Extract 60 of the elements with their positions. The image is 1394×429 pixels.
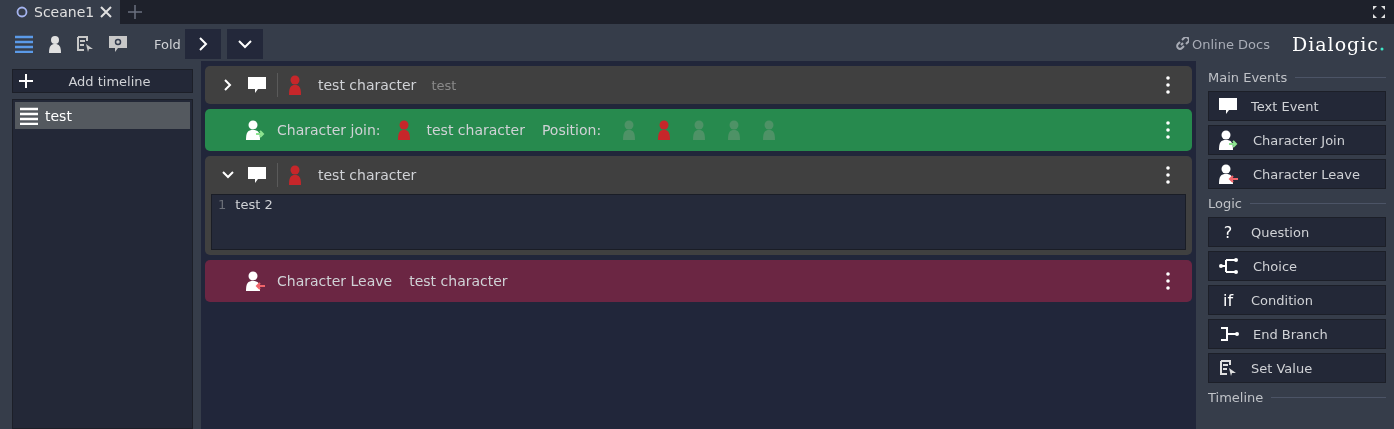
editor-text: test 2 — [235, 197, 273, 212]
person-join-icon — [1219, 130, 1239, 150]
person-icon[interactable] — [48, 35, 62, 53]
fold-button[interactable] — [184, 29, 221, 59]
event-card[interactable]: test character 1 test 2 — [205, 156, 1192, 255]
event-button[interactable]: Choice — [1208, 251, 1386, 281]
speech-bubble-icon[interactable] — [108, 35, 128, 53]
list-cursor-icon[interactable] — [76, 35, 94, 53]
character-name: test character — [426, 122, 525, 138]
link-icon — [1175, 37, 1189, 51]
logo: Dialogic — [1291, 33, 1379, 55]
speech-bubble-icon — [1219, 98, 1237, 114]
logo-dot-icon — [1380, 47, 1384, 51]
more-icon[interactable] — [1166, 166, 1170, 184]
event-button[interactable]: Character Leave — [1208, 159, 1386, 189]
add-tab-icon[interactable] — [128, 5, 143, 19]
merge-icon — [1219, 326, 1239, 342]
event-label: Character join: — [277, 122, 381, 138]
text-editor[interactable]: 1 test 2 — [211, 194, 1186, 250]
event-button[interactable]: ? Question — [1208, 217, 1386, 247]
plus-icon — [19, 74, 33, 88]
character-name: test character — [318, 167, 417, 183]
event-button[interactable]: Set Value — [1208, 353, 1386, 383]
event-button[interactable]: if Condition — [1208, 285, 1386, 315]
section-title: Main Events — [1208, 69, 1288, 85]
character-name: test character — [318, 77, 417, 93]
chevron-down-icon — [237, 39, 252, 49]
chevron-right-icon — [197, 37, 208, 51]
event-card[interactable]: test character test — [205, 66, 1192, 104]
branch-icon — [1219, 258, 1239, 274]
more-icon[interactable] — [1166, 272, 1170, 290]
section-title: Logic — [1208, 195, 1242, 211]
list-cursor-icon — [1219, 359, 1237, 377]
more-icon[interactable] — [1166, 76, 1170, 94]
position-label: Position: — [541, 122, 602, 138]
fold-label: Fold — [154, 36, 181, 52]
timeline-item[interactable]: test — [15, 102, 190, 129]
text-preview: test — [431, 77, 457, 93]
event-button[interactable]: End Branch — [1208, 319, 1386, 349]
speech-bubble-icon — [248, 77, 266, 93]
speech-bubble-icon — [248, 167, 266, 183]
timeline-list-icon[interactable] — [14, 35, 34, 53]
person-leave-icon — [1219, 164, 1239, 184]
scene-icon — [16, 6, 28, 18]
event-button[interactable]: Text Event — [1208, 91, 1386, 121]
section-title: Timeline — [1208, 389, 1264, 405]
event-label: Character Leave — [277, 273, 393, 289]
fullscreen-icon[interactable] — [1372, 5, 1386, 19]
scene-tab[interactable]: Sceane1 — [0, 0, 121, 24]
list-icon — [19, 106, 39, 125]
line-number: 1 — [218, 197, 227, 212]
event-card[interactable]: Character Leave test character — [205, 260, 1192, 302]
event-button[interactable]: Character Join — [1208, 125, 1386, 155]
person-leave-icon — [246, 271, 266, 291]
add-timeline-button[interactable]: Add timeline — [12, 69, 193, 93]
online-docs-link[interactable]: Online Docs — [1175, 36, 1270, 52]
unfold-button[interactable] — [226, 29, 263, 59]
character-name: test character — [409, 273, 508, 289]
close-icon[interactable] — [100, 6, 113, 18]
person-join-icon — [246, 120, 266, 140]
